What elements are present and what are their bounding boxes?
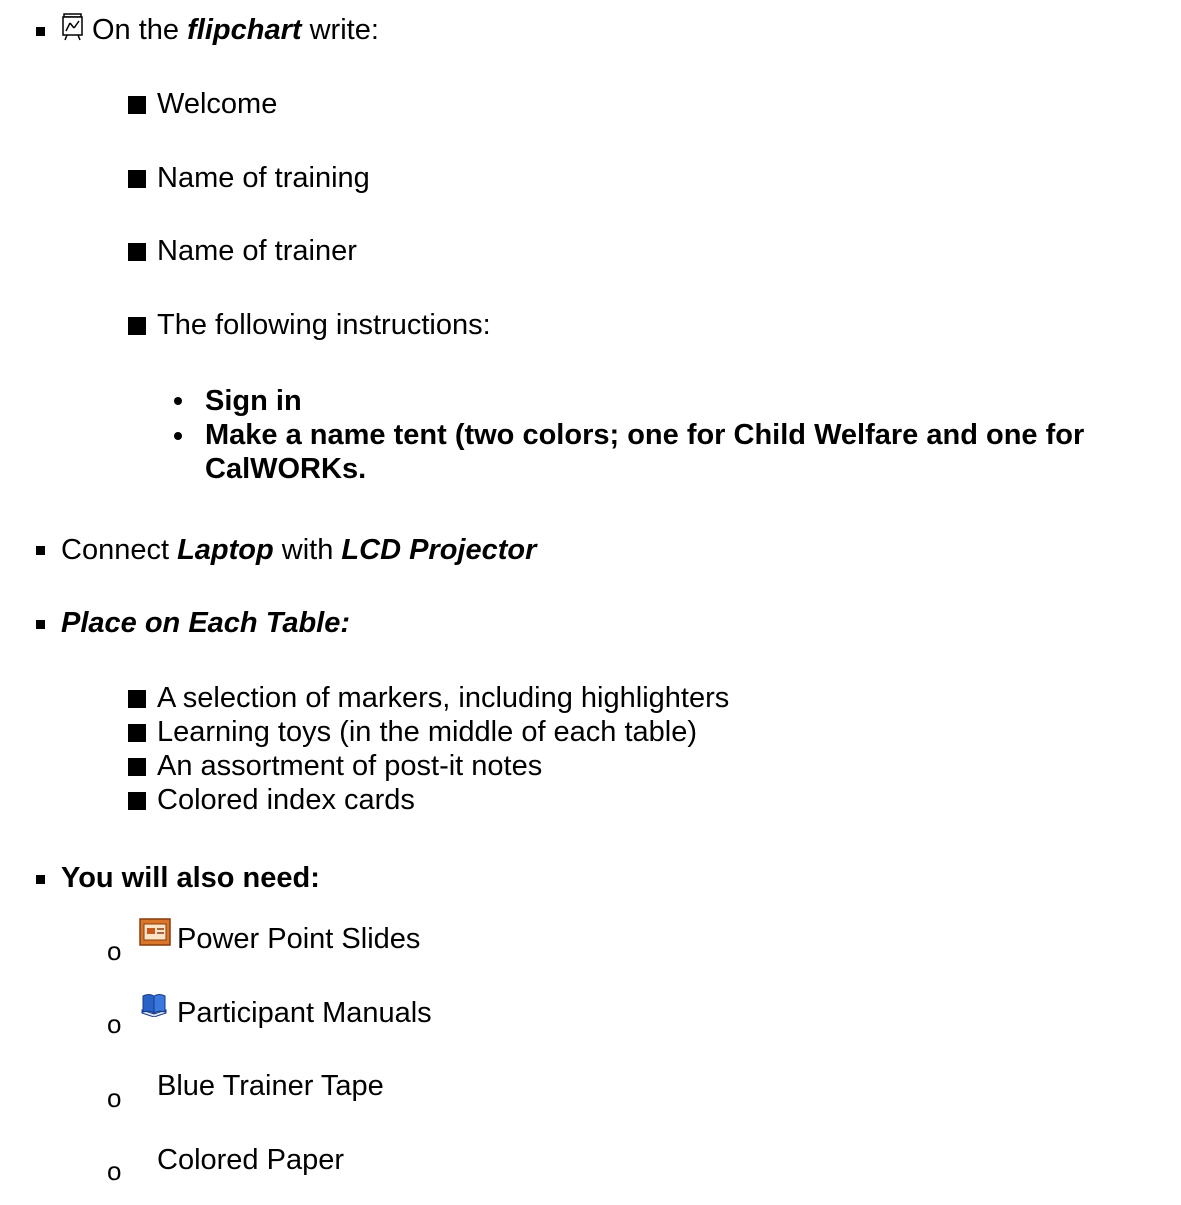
section-heading: You will also need: — [61, 862, 320, 894]
list-item: Name of training — [157, 162, 370, 194]
bullet-marker — [36, 875, 45, 884]
item-bullet — [128, 690, 146, 708]
sub-bullet — [174, 397, 182, 405]
supply-item: Power Point Slides — [177, 923, 421, 955]
list-item: Colored index cards — [157, 784, 415, 816]
supply-item: Participant Manuals — [177, 997, 432, 1029]
equipment-instruction: Connect Laptop with LCD Projector — [61, 534, 537, 566]
flipchart-icon — [62, 13, 83, 41]
bullet-marker — [36, 620, 45, 629]
flipchart-instruction: On the flipchart write: — [92, 14, 379, 46]
item-bullet — [128, 792, 146, 810]
manual-icon — [141, 994, 167, 1017]
slides-icon — [139, 918, 171, 946]
list-item: Welcome — [157, 88, 278, 120]
item-bullet — [128, 243, 146, 261]
section-heading: Place on Each Table: — [61, 607, 351, 639]
bullet-marker — [36, 546, 45, 555]
o-bullet: o — [107, 1083, 122, 1113]
item-bullet — [128, 317, 146, 335]
list-item: The following instructions: — [157, 309, 491, 341]
list-item: Learning toys (in the middle of each tab… — [157, 716, 698, 748]
sub-item-continuation: CalWORKs. — [205, 453, 367, 485]
o-bullet: o — [107, 1009, 122, 1039]
list-item: Name of trainer — [157, 235, 357, 267]
sub-bullet — [174, 432, 182, 440]
bullet-marker — [36, 27, 45, 36]
supply-item: Blue Trainer Tape — [157, 1070, 384, 1102]
item-bullet — [128, 724, 146, 742]
item-bullet — [128, 96, 146, 114]
o-bullet: o — [107, 936, 122, 966]
supply-item: Colored Paper — [157, 1144, 344, 1176]
sub-item: Sign in — [205, 385, 302, 417]
list-item: A selection of markers, including highli… — [157, 682, 730, 714]
list-item: An assortment of post-it notes — [157, 750, 543, 782]
sub-item: Make a name tent (two colors; one for Ch… — [205, 419, 1085, 451]
item-bullet — [128, 170, 146, 188]
o-bullet: o — [107, 1156, 122, 1186]
item-bullet — [128, 758, 146, 776]
